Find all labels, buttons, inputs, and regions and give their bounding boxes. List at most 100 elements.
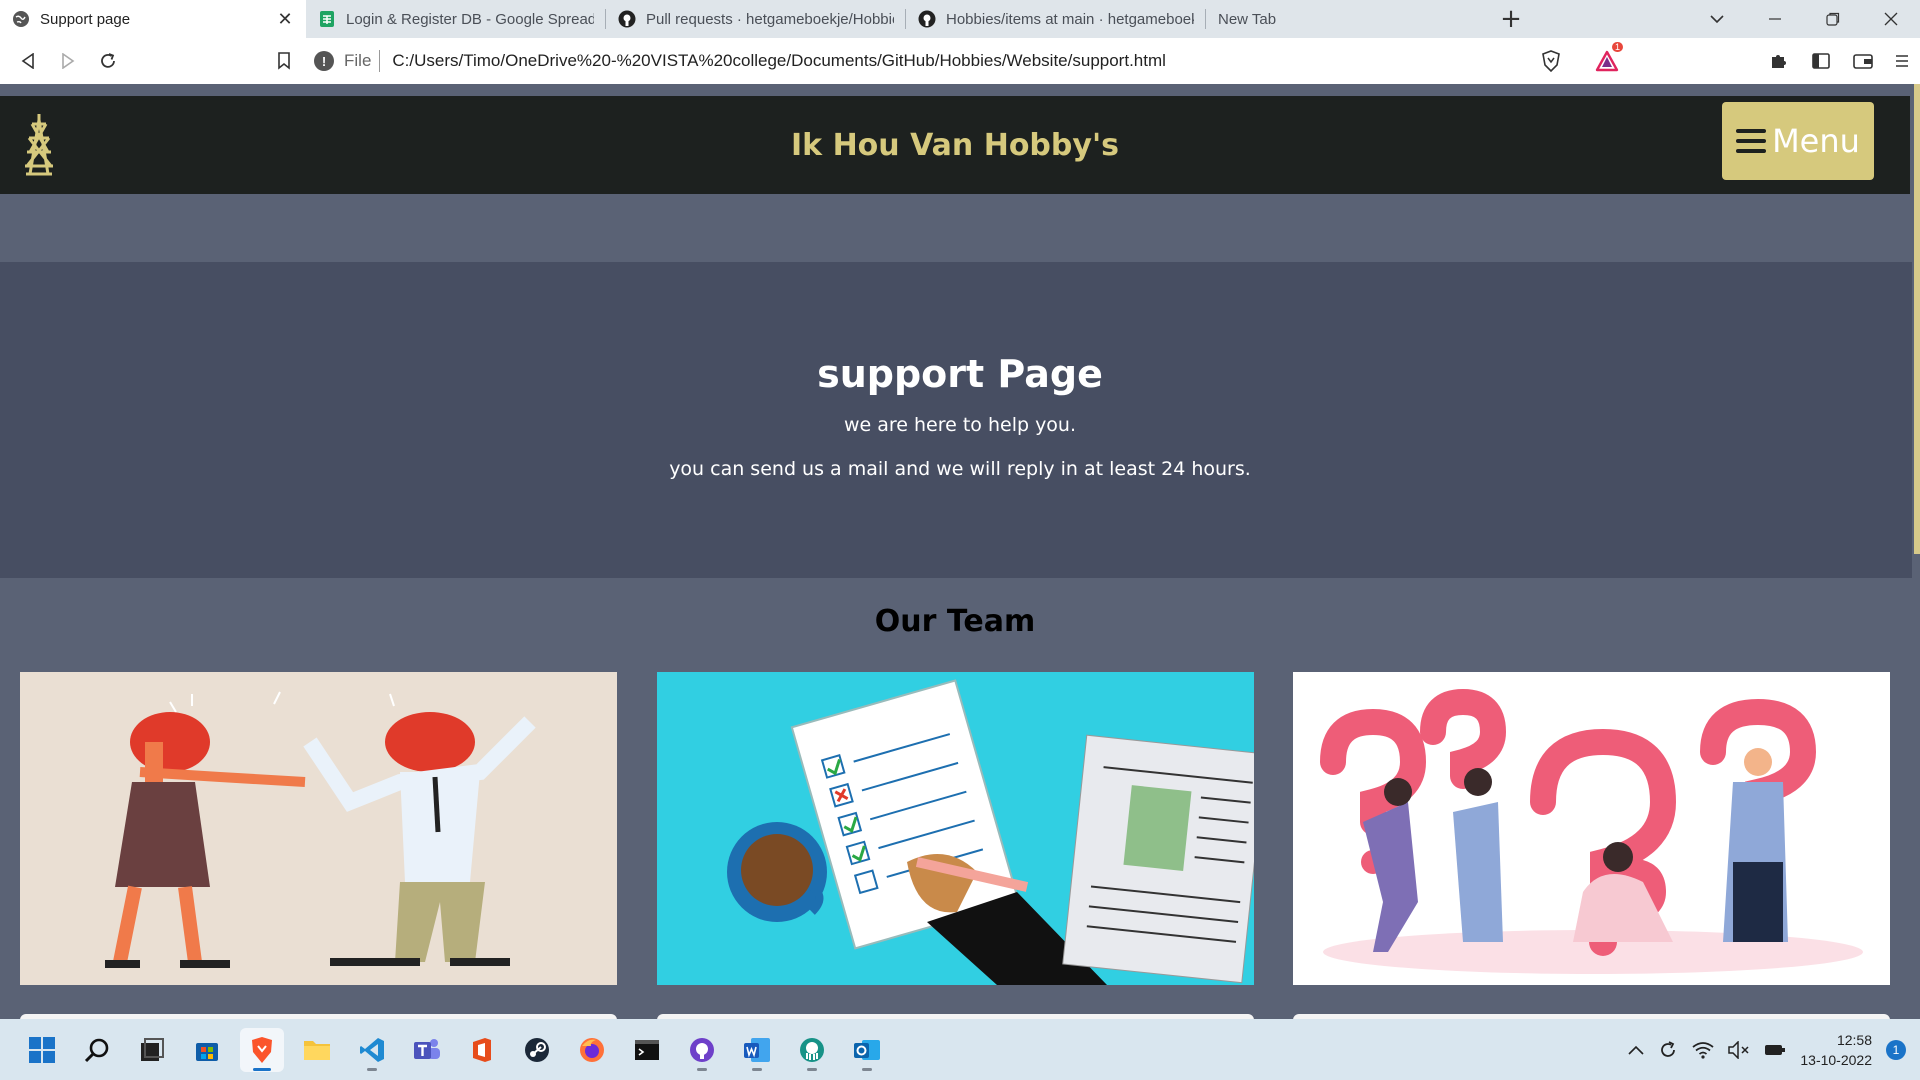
site-title[interactable]: Ik Hou Van Hobby's bbox=[791, 128, 1119, 163]
wifi-icon[interactable] bbox=[1692, 1041, 1714, 1059]
word-icon bbox=[744, 1037, 770, 1062]
tab-new-tab[interactable]: New Tab bbox=[1206, 0, 1486, 38]
steam-icon bbox=[525, 1037, 549, 1062]
start-button[interactable] bbox=[20, 1028, 64, 1072]
close-icon bbox=[1884, 12, 1898, 26]
close-icon[interactable]: ✕ bbox=[276, 9, 294, 30]
card-image-question-marks bbox=[1293, 672, 1890, 985]
file-explorer-button[interactable] bbox=[295, 1028, 339, 1072]
page-title: support Page bbox=[817, 352, 1103, 396]
hamburger-icon bbox=[1896, 55, 1908, 67]
clock-date: 13-10-2022 bbox=[1800, 1051, 1872, 1068]
notification-badge[interactable]: 1 bbox=[1886, 1039, 1906, 1060]
clock-time: 12:58 bbox=[1836, 1031, 1872, 1048]
hero-line-help: we are here to help you. bbox=[843, 414, 1077, 436]
tab-search-button[interactable] bbox=[1688, 0, 1746, 38]
puzzle-icon bbox=[1772, 55, 1786, 68]
office-button[interactable] bbox=[460, 1028, 504, 1072]
tab-google-sheets[interactable]: Login & Register DB - Google Spreads bbox=[306, 0, 606, 38]
vscode-button[interactable] bbox=[350, 1028, 394, 1072]
wallet-button[interactable] bbox=[1842, 38, 1884, 84]
steam-button[interactable] bbox=[515, 1028, 559, 1072]
chevron-up-icon[interactable] bbox=[1628, 1045, 1644, 1055]
brave-taskbar-button[interactable] bbox=[240, 1027, 284, 1072]
reload-button[interactable] bbox=[88, 41, 128, 81]
browser-tab-bar: Support page ✕ Login & Register DB - Goo… bbox=[0, 0, 1920, 38]
window-controls bbox=[1688, 0, 1920, 38]
tab-title: Pull requests · hetgameboekje/Hobbie bbox=[646, 10, 894, 28]
extensions-button[interactable] bbox=[1758, 38, 1800, 84]
github-icon bbox=[618, 10, 636, 28]
windows-start-icon bbox=[29, 1036, 55, 1063]
hero-line-mail: you can send us a mail and we will reply… bbox=[669, 458, 1251, 480]
tower-logo-icon[interactable] bbox=[20, 112, 58, 178]
outlook-icon bbox=[854, 1039, 880, 1060]
word-button[interactable] bbox=[735, 1028, 779, 1072]
store-icon bbox=[196, 1042, 218, 1061]
task-view-button[interactable] bbox=[130, 1028, 174, 1072]
page-viewport: Ik Hou Van Hobby's Menu support Page we … bbox=[0, 84, 1920, 1019]
address-url[interactable]: C:/Users/Timo/OneDrive%20-%20VISTA%20col… bbox=[392, 51, 1166, 71]
folder-icon bbox=[304, 1040, 330, 1060]
back-arrow-icon bbox=[21, 53, 34, 69]
tab-support-page[interactable]: Support page ✕ bbox=[0, 0, 306, 38]
firefox-button[interactable] bbox=[570, 1028, 614, 1072]
tab-hobbies-items[interactable]: Hobbies/items at main · hetgameboek bbox=[906, 0, 1206, 38]
brave-shields-button[interactable] bbox=[1530, 38, 1572, 84]
brave-rewards-button[interactable]: 1 bbox=[1586, 38, 1628, 84]
browser-menu-button[interactable] bbox=[1884, 38, 1920, 84]
hamburger-icon bbox=[1736, 129, 1767, 153]
menu-button[interactable]: Menu bbox=[1722, 102, 1874, 180]
browser-toolbar: ! File C:/Users/Timo/OneDrive%20-%20VIST… bbox=[0, 38, 1920, 84]
hero-section: support Page we are here to help you. yo… bbox=[0, 262, 1920, 578]
brave-shield-icon bbox=[1542, 50, 1560, 72]
tab-pull-requests[interactable]: Pull requests · hetgameboekje/Hobbie bbox=[606, 0, 906, 38]
tab-title: Support page bbox=[40, 10, 131, 28]
address-bar[interactable]: ! File C:/Users/Timo/OneDrive%20-%20VIST… bbox=[314, 43, 1514, 79]
forward-arrow-icon bbox=[62, 53, 75, 69]
globe-icon bbox=[13, 11, 29, 27]
sync-icon[interactable] bbox=[1658, 1040, 1678, 1060]
task-view-icon bbox=[141, 1037, 164, 1061]
new-tab-button[interactable]: + bbox=[1496, 0, 1526, 38]
rewards-badge: 1 bbox=[1612, 42, 1624, 52]
gitkraken-icon bbox=[800, 1037, 824, 1062]
team-heading: Our Team bbox=[874, 604, 1036, 639]
close-window-button[interactable] bbox=[1862, 0, 1920, 38]
bookmark-button[interactable] bbox=[264, 41, 304, 81]
sidebar-button[interactable] bbox=[1800, 38, 1842, 84]
github-desktop-button[interactable] bbox=[680, 1028, 724, 1072]
search-button[interactable] bbox=[75, 1028, 119, 1072]
gitkraken-button[interactable] bbox=[790, 1028, 834, 1072]
terminal-icon bbox=[635, 1039, 659, 1060]
question-marks-people-illustration bbox=[1293, 672, 1890, 985]
minimize-button[interactable] bbox=[1746, 0, 1804, 38]
site-navbar: Ik Hou Van Hobby's Menu bbox=[0, 96, 1910, 194]
teams-button[interactable] bbox=[405, 1028, 449, 1072]
address-scheme: File bbox=[344, 51, 372, 70]
extension-toolbar: 1 bbox=[1530, 38, 1920, 84]
restore-button[interactable] bbox=[1804, 0, 1862, 38]
card-image-arguing-people bbox=[20, 672, 617, 985]
terminal-button[interactable] bbox=[625, 1028, 669, 1072]
teams-icon bbox=[414, 1038, 440, 1059]
vscode-icon bbox=[360, 1037, 384, 1062]
back-button[interactable] bbox=[8, 41, 48, 81]
chevron-down-icon bbox=[1710, 15, 1724, 24]
menu-label: Menu bbox=[1772, 122, 1860, 160]
brave-rewards-icon bbox=[1595, 50, 1619, 72]
forward-button[interactable] bbox=[48, 41, 88, 81]
windows-taskbar: 12:58 13-10-2022 1 bbox=[0, 1019, 1920, 1080]
microsoft-store-button[interactable] bbox=[185, 1028, 229, 1072]
office-icon bbox=[473, 1037, 491, 1062]
tab-title: New Tab bbox=[1218, 10, 1277, 28]
info-icon[interactable]: ! bbox=[314, 51, 334, 71]
tab-title: Hobbies/items at main · hetgameboek bbox=[946, 10, 1194, 28]
battery-icon[interactable] bbox=[1764, 1042, 1786, 1058]
outlook-button[interactable] bbox=[845, 1028, 889, 1072]
speaker-muted-icon[interactable] bbox=[1728, 1040, 1750, 1059]
clock[interactable]: 12:58 13-10-2022 bbox=[1800, 1030, 1872, 1070]
tab-title: Login & Register DB - Google Spreads bbox=[346, 10, 594, 28]
restore-icon bbox=[1826, 12, 1840, 26]
scrollbar-thumb[interactable] bbox=[1914, 84, 1920, 554]
